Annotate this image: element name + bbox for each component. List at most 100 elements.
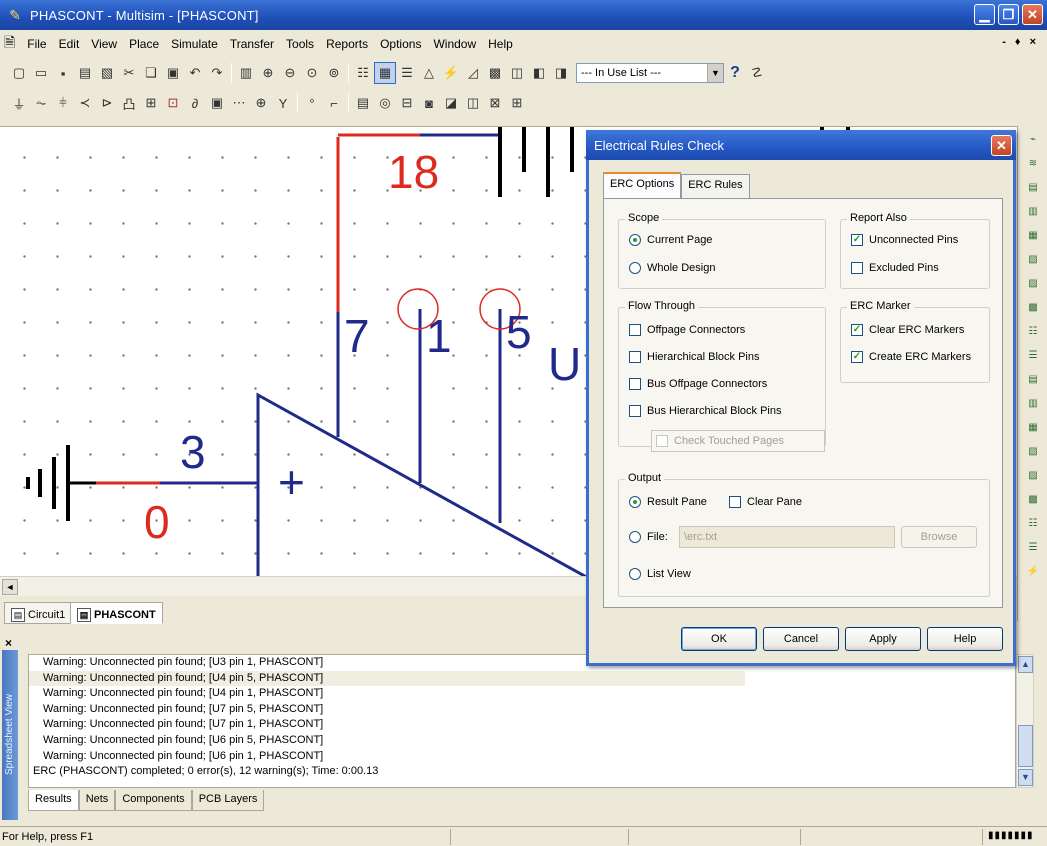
result-line[interactable]: Warning: Unconnected pin found; [U7 pin …	[29, 717, 1015, 733]
spectrum-analyzer-tool-icon[interactable]: ▦	[1022, 418, 1044, 438]
logic-analyzer-icon[interactable]: ⊠	[484, 92, 506, 114]
dialog-close-button[interactable]: ✕	[991, 135, 1012, 156]
hierarchical-block-pins-checkbox[interactable]	[629, 351, 641, 363]
result-summary-line[interactable]: ERC (PHASCONT) completed; 0 error(s), 12…	[29, 764, 1015, 780]
rf-component-icon[interactable]: ⊕	[250, 92, 272, 114]
antenna-icon[interactable]: Y	[272, 92, 294, 114]
help-icon[interactable]: ?	[724, 62, 746, 84]
bus-offpage-connectors-option[interactable]: Bus Offpage Connectors	[629, 378, 767, 390]
whole-design-radio[interactable]	[629, 262, 641, 274]
frequency-counter-tool-icon[interactable]: ▨	[1022, 274, 1044, 294]
spreadsheet-view-icon[interactable]: ▦	[374, 62, 396, 84]
agilent-scope-tool-icon[interactable]: ☷	[1022, 514, 1044, 534]
word-generator-icon[interactable]: ◫	[462, 92, 484, 114]
result-line[interactable]: Warning: Unconnected pin found; [U6 pin …	[29, 749, 1015, 765]
print-preview-icon[interactable]: ▧	[96, 62, 118, 84]
menu-edit[interactable]: Edit	[53, 37, 86, 51]
open-icon[interactable]: ▭	[30, 62, 52, 84]
minimize-button[interactable]: ▁	[974, 4, 995, 25]
excluded-pins-option[interactable]: Excluded Pins	[851, 262, 939, 274]
agilent-generator-tool-icon[interactable]: ▨	[1022, 466, 1044, 486]
results-pane[interactable]: Warning: Unconnected pin found; [U3 pin …	[28, 654, 1016, 788]
redo-icon[interactable]: ↷	[206, 62, 228, 84]
postprocessor-icon[interactable]: ▩	[484, 62, 506, 84]
copy-icon[interactable]: ❏	[140, 62, 162, 84]
scrollbar-thumb[interactable]	[1018, 725, 1033, 767]
spectrum-analyzer-icon[interactable]: ⊞	[506, 92, 528, 114]
help-button[interactable]: Help	[927, 627, 1003, 651]
undo-icon[interactable]: ↶	[184, 62, 206, 84]
menu-tools[interactable]: Tools	[280, 37, 320, 51]
probe-tool-icon[interactable]: ⚡	[1022, 562, 1044, 582]
clear-erc-markers-checkbox[interactable]: ✓	[851, 324, 863, 336]
new-icon[interactable]: ▢	[8, 62, 30, 84]
tektronix-scope-tool-icon[interactable]: ☰	[1022, 538, 1044, 558]
junction-icon[interactable]: °	[301, 92, 323, 114]
multimeter-icon[interactable]: ▤	[352, 92, 374, 114]
mdi-window-controls[interactable]: - ♦ ×	[1002, 36, 1039, 48]
tab-erc-options[interactable]: ERC Options	[603, 172, 682, 198]
bode-plotter-tool-icon[interactable]: ▧	[1022, 250, 1044, 270]
list-view-radio[interactable]	[629, 568, 641, 580]
logic-converter-tool-icon[interactable]: ☰	[1022, 346, 1044, 366]
bus-icon[interactable]: ⌐	[323, 92, 345, 114]
document-menu-icon[interactable]: 🗎	[0, 32, 21, 56]
menu-simulate[interactable]: Simulate	[165, 37, 224, 51]
current-page-radio[interactable]	[629, 234, 641, 246]
bus-hierarchical-block-pins-option[interactable]: Bus Hierarchical Block Pins	[629, 405, 782, 417]
clear-erc-markers-option[interactable]: ✓ Clear ERC Markers	[851, 324, 964, 336]
bode-plotter-icon[interactable]: ◪	[440, 92, 462, 114]
result-line[interactable]: Warning: Unconnected pin found; [U4 pin …	[29, 686, 1015, 702]
database-manager-icon[interactable]: ☰	[396, 62, 418, 84]
ok-button[interactable]: OK	[681, 627, 757, 651]
unconnected-pins-option[interactable]: ✓ Unconnected Pins	[851, 234, 958, 246]
result-line[interactable]: Warning: Unconnected pin found; [U7 pin …	[29, 702, 1015, 718]
design-toolbox-icon[interactable]: ☷	[352, 62, 374, 84]
offpage-connectors-option[interactable]: Offpage Connectors	[629, 324, 745, 336]
create-erc-markers-checkbox[interactable]: ✓	[851, 351, 863, 363]
tab-nets[interactable]: Nets	[78, 790, 116, 811]
erc-icon[interactable]: ◫	[506, 62, 528, 84]
scroll-down-icon[interactable]: ▼	[1018, 769, 1033, 786]
back-annotate-icon[interactable]: ◧	[528, 62, 550, 84]
result-line[interactable]: Warning: Unconnected pin found; [U6 pin …	[29, 733, 1015, 749]
oscilloscope-tool-icon[interactable]: ▥	[1022, 202, 1044, 222]
file-option[interactable]: File:	[629, 531, 668, 543]
misc-component-icon[interactable]: ⋯	[228, 92, 250, 114]
cmos-component-icon[interactable]: ⊞	[140, 92, 162, 114]
scope-current-page-option[interactable]: Current Page	[629, 234, 712, 246]
simulate-icon[interactable]: ⚡	[440, 62, 462, 84]
maximize-button[interactable]: ❐	[998, 4, 1019, 25]
result-line-selected[interactable]: Warning: Unconnected pin found; [U4 pin …	[29, 670, 745, 687]
menu-file[interactable]: File	[21, 37, 52, 51]
scroll-left-icon[interactable]: ◄	[2, 579, 18, 595]
menu-help[interactable]: Help	[482, 37, 519, 51]
source-component-icon[interactable]: ⏚	[8, 92, 30, 114]
unconnected-pins-checkbox[interactable]: ✓	[851, 234, 863, 246]
tab-results[interactable]: Results	[28, 790, 79, 811]
wattmeter-tool-icon[interactable]: ▤	[1022, 178, 1044, 198]
iv-analyzer-tool-icon[interactable]: ▤	[1022, 370, 1044, 390]
save-icon[interactable]: ▪	[52, 62, 74, 84]
function-generator-icon[interactable]: ◎	[374, 92, 396, 114]
excluded-pins-checkbox[interactable]	[851, 262, 863, 274]
tab-circuit1[interactable]: ▤ Circuit1	[4, 602, 73, 624]
mixed-component-icon[interactable]: ∂	[184, 92, 206, 114]
close-spreadsheet-icon[interactable]: ×	[5, 636, 12, 650]
wattmeter-icon[interactable]: ⊟	[396, 92, 418, 114]
tab-components[interactable]: Components	[115, 790, 192, 811]
scope-whole-design-option[interactable]: Whole Design	[629, 262, 715, 274]
result-pane-option[interactable]: Result Pane	[629, 496, 707, 508]
logic-analyzer-tool-icon[interactable]: ☷	[1022, 322, 1044, 342]
four-channel-scope-tool-icon[interactable]: ▦	[1022, 226, 1044, 246]
agilent-multimeter-tool-icon[interactable]: ▩	[1022, 490, 1044, 510]
bus-hierarchical-block-pins-checkbox[interactable]	[629, 405, 641, 417]
list-view-option[interactable]: List View	[629, 568, 691, 580]
transistor-component-icon[interactable]: ≺	[74, 92, 96, 114]
tab-phascont[interactable]: ▤ PHASCONT	[70, 602, 163, 624]
forward-annotate-icon[interactable]: ◨	[550, 62, 572, 84]
menu-options[interactable]: Options	[374, 37, 427, 51]
apply-button[interactable]: Apply	[845, 627, 921, 651]
print-icon[interactable]: ▤	[74, 62, 96, 84]
cancel-button[interactable]: Cancel	[763, 627, 839, 651]
